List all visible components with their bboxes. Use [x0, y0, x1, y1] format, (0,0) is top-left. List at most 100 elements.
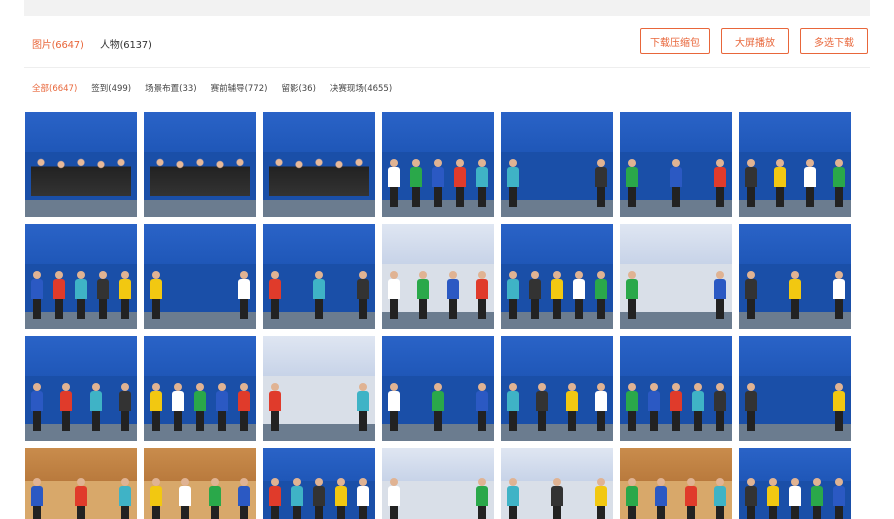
- photo-thumbnail[interactable]: [620, 336, 732, 441]
- photo-person: [150, 270, 162, 319]
- photo-person: [789, 478, 801, 519]
- photo-floor: [144, 200, 256, 217]
- photo-thumbnail[interactable]: [263, 112, 375, 217]
- photo-backdrop: [739, 448, 851, 482]
- photo-person: [172, 382, 184, 431]
- photo-backdrop: [501, 336, 613, 376]
- photo-thumbnail[interactable]: [25, 336, 137, 441]
- multi-download-button[interactable]: 多选下载: [800, 28, 868, 54]
- download-zip-button[interactable]: 下载压缩包: [640, 28, 710, 54]
- photo-person: [388, 382, 400, 431]
- photo-person: [789, 270, 801, 319]
- photo-person: [357, 382, 369, 431]
- photo-thumbnail[interactable]: [144, 112, 256, 217]
- photo-thumbnail[interactable]: [739, 448, 851, 519]
- photo-thumbnail[interactable]: [25, 448, 137, 519]
- header-row: 图片(6647) 人物(6137) 下载压缩包 大屏播放 多选下载: [32, 28, 872, 58]
- photo-thumbnail[interactable]: [620, 112, 732, 217]
- photo-thumbnail[interactable]: [25, 112, 137, 217]
- photo-thumbnail[interactable]: [25, 224, 137, 329]
- photo-person: [573, 270, 585, 319]
- photo-backdrop: [620, 224, 732, 264]
- photo-thumbnail[interactable]: [501, 224, 613, 329]
- photo-thumbnail[interactable]: [382, 112, 494, 217]
- photo-person: [238, 270, 250, 319]
- photo-thumbnail[interactable]: [620, 224, 732, 329]
- filter-check-in[interactable]: 签到(499): [91, 82, 131, 94]
- photo-thumbnail[interactable]: [501, 112, 613, 217]
- photo-backdrop: [25, 336, 137, 376]
- photo-person: [655, 478, 668, 519]
- photo-person: [833, 478, 845, 519]
- photo-person: [150, 382, 162, 431]
- photo-person: [454, 158, 466, 207]
- photo-person: [565, 382, 578, 431]
- photo-thumbnail[interactable]: [382, 448, 494, 519]
- photo-person: [417, 270, 430, 319]
- photo-crowd: [31, 154, 131, 196]
- photo-thumbnail[interactable]: [620, 448, 732, 519]
- photo-person: [507, 478, 519, 519]
- photo-person: [595, 382, 607, 431]
- photo-backdrop: [25, 112, 137, 152]
- photo-thumbnail[interactable]: [501, 336, 613, 441]
- photo-backdrop: [144, 336, 256, 376]
- photo-thumbnail[interactable]: [382, 336, 494, 441]
- photo-thumbnail[interactable]: [144, 448, 256, 519]
- photo-thumbnail[interactable]: [263, 224, 375, 329]
- photo-person: [648, 382, 660, 431]
- photo-backdrop: [263, 112, 375, 152]
- photo-person: [529, 270, 541, 319]
- photo-person: [119, 382, 131, 431]
- photo-backdrop: [501, 112, 613, 152]
- photo-person: [714, 382, 726, 431]
- photo-backdrop: [739, 112, 851, 152]
- photo-thumbnail[interactable]: [739, 112, 851, 217]
- photo-thumbnail[interactable]: [739, 224, 851, 329]
- photo-person: [745, 382, 757, 431]
- photo-person: [507, 158, 519, 207]
- photo-person: [670, 158, 682, 207]
- photo-person: [507, 382, 519, 431]
- photo-thumbnail[interactable]: [144, 336, 256, 441]
- photo-backdrop: [263, 448, 375, 482]
- photo-person: [595, 270, 607, 319]
- photo-person: [626, 158, 638, 207]
- photo-backdrop: [382, 448, 494, 482]
- photo-person: [626, 270, 638, 319]
- slideshow-button[interactable]: 大屏播放: [721, 28, 789, 54]
- photo-person: [31, 270, 43, 319]
- header-divider: [24, 67, 870, 68]
- tab-photos[interactable]: 图片(6647): [32, 36, 84, 51]
- tab-people[interactable]: 人物(6137): [100, 36, 152, 51]
- filter-all[interactable]: 全部(6647): [32, 82, 77, 94]
- photo-person: [75, 478, 87, 519]
- photo-thumbnail[interactable]: [739, 336, 851, 441]
- photo-crowd: [150, 154, 250, 196]
- filter-scene-setup[interactable]: 场景布置(33): [145, 82, 196, 94]
- photo-thumbnail[interactable]: [263, 448, 375, 519]
- photo-backdrop: [144, 224, 256, 264]
- filter-group-photo[interactable]: 留影(36): [281, 82, 315, 94]
- photo-person: [507, 270, 519, 319]
- photo-thumbnail[interactable]: [144, 224, 256, 329]
- photo-person: [269, 382, 281, 431]
- photo-person: [446, 270, 459, 319]
- photo-person: [595, 478, 607, 519]
- photo-person: [476, 158, 488, 207]
- photo-person: [833, 382, 845, 431]
- photo-person: [551, 270, 563, 319]
- photo-thumbnail[interactable]: [263, 336, 375, 441]
- photo-person: [357, 478, 369, 519]
- photo-person: [60, 382, 73, 431]
- photo-backdrop: [620, 448, 732, 482]
- filter-pre-coaching[interactable]: 赛前辅导(772): [211, 82, 268, 94]
- photo-backdrop: [501, 448, 613, 482]
- filter-finals[interactable]: 决赛现场(4655): [330, 82, 392, 94]
- photo-person: [745, 478, 757, 519]
- photo-thumbnail[interactable]: [501, 448, 613, 519]
- photo-person: [803, 158, 816, 207]
- photo-person: [179, 478, 192, 519]
- photo-thumbnail[interactable]: [382, 224, 494, 329]
- photo-backdrop: [382, 224, 494, 264]
